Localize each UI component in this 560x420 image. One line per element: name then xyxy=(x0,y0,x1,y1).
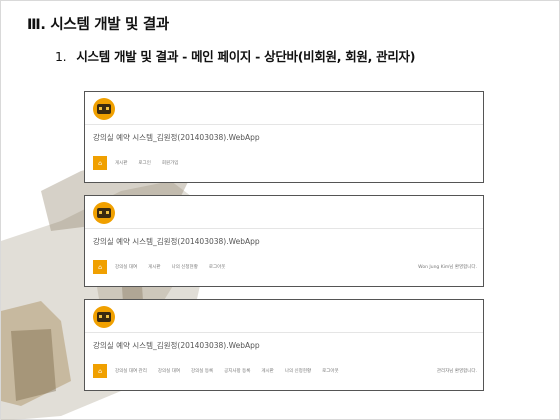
nav-item-board[interactable]: 게시판 xyxy=(115,160,127,166)
welcome-text: Won Jung Kim님 환영합니다. xyxy=(418,265,477,270)
home-icon[interactable]: ⌂ xyxy=(93,364,107,378)
logo-icon[interactable] xyxy=(93,202,115,224)
slide-subheading: 1. 시스템 개발 및 결과 - 메인 페이지 - 상단바(비회원, 회원, 관리… xyxy=(55,46,415,65)
nav-item-my-applications[interactable]: 나의 신청현황 xyxy=(172,264,198,270)
nav-item-room-rental[interactable]: 강의실 대여 xyxy=(158,368,180,374)
navbar-screenshot-guest: 강의실 예약 시스템_김원정(201403038).WebApp ⌂ 게시판 로… xyxy=(84,91,484,183)
app-title[interactable]: 강의실 예약 시스템_김원정(201403038).WebApp xyxy=(93,236,260,247)
nav-item-my-applications[interactable]: 나의 신청현황 xyxy=(285,368,311,374)
nav-item-signup[interactable]: 회원가입 xyxy=(162,160,179,166)
slide-heading: Ⅲ. 시스템 개발 및 결과 xyxy=(27,17,169,33)
nav-item-login[interactable]: 로그인 xyxy=(138,160,150,166)
subheading-text: 시스템 개발 및 결과 - 메인 페이지 - 상단바(비회원, 회원, 관리자) xyxy=(76,49,416,64)
nav-item-board[interactable]: 게시판 xyxy=(261,368,273,374)
subheading-number: 1. xyxy=(55,49,67,64)
home-icon[interactable]: ⌂ xyxy=(93,260,107,274)
nav-item-room-rental[interactable]: 강의실 대여 xyxy=(115,264,137,270)
app-title[interactable]: 강의실 예약 시스템_김원정(201403038).WebApp xyxy=(93,340,260,351)
navbar: ⌂ 게시판 로그인 회원가입 xyxy=(93,156,477,170)
divider xyxy=(85,228,483,229)
divider xyxy=(85,124,483,125)
welcome-text: 관리자님 환영합니다. xyxy=(436,369,477,374)
nav-item-logout[interactable]: 로그아웃 xyxy=(322,368,339,374)
nav-item-room-register[interactable]: 강의실 등록 xyxy=(191,368,213,374)
logo-icon[interactable] xyxy=(93,306,115,328)
logo-icon[interactable] xyxy=(93,98,115,120)
nav-item-notice-register[interactable]: 공지사항 등록 xyxy=(224,368,250,374)
nav-item-board[interactable]: 게시판 xyxy=(148,264,160,270)
app-title[interactable]: 강의실 예약 시스템_김원정(201403038).WebApp xyxy=(93,132,260,143)
navbar: ⌂ 강의실 대여 게시판 나의 신청현황 로그아웃 Won Jung Kim님 … xyxy=(93,260,477,274)
divider xyxy=(85,332,483,333)
nav-item-logout[interactable]: 로그아웃 xyxy=(209,264,226,270)
slide: Ⅲ. 시스템 개발 및 결과 1. 시스템 개발 및 결과 - 메인 페이지 - … xyxy=(0,0,560,420)
navbar-screenshot-member: 강의실 예약 시스템_김원정(201403038).WebApp ⌂ 강의실 대… xyxy=(84,195,484,287)
home-icon[interactable]: ⌂ xyxy=(93,156,107,170)
navbar: ⌂ 강의실 대여 관리 강의실 대여 강의실 등록 공지사항 등록 게시판 나의… xyxy=(93,364,477,378)
navbar-screenshot-admin: 강의실 예약 시스템_김원정(201403038).WebApp ⌂ 강의실 대… xyxy=(84,299,484,391)
nav-item-rental-management[interactable]: 강의실 대여 관리 xyxy=(115,368,147,374)
